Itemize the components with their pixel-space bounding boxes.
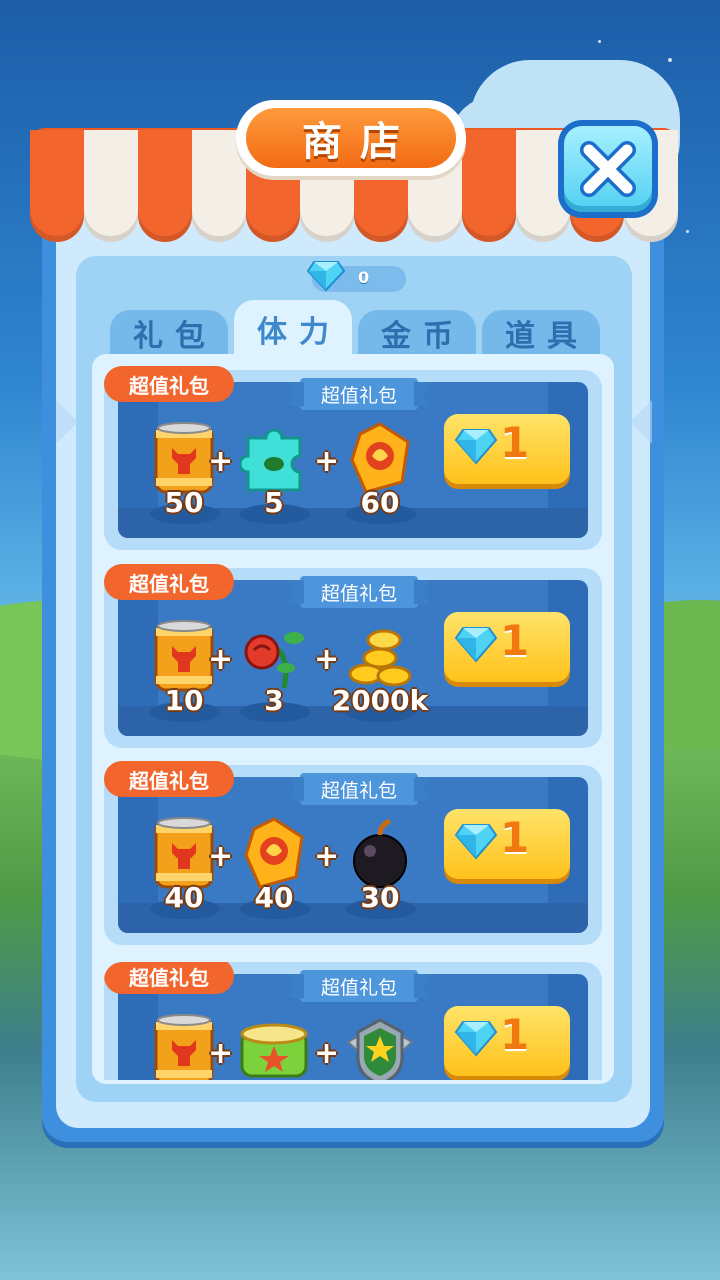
pack-item: 40 <box>234 815 314 919</box>
diamond-icon <box>306 261 346 292</box>
pack-banner: 超值礼包 <box>300 378 418 410</box>
item-quantity: 5 <box>264 486 284 519</box>
fire-gem-icon <box>240 815 308 891</box>
gift-pack-card: 超值礼包 超值礼包 50 5 60 + +1 <box>104 366 602 550</box>
buy-button[interactable]: 1 <box>444 1006 570 1076</box>
close-icon <box>580 141 636 197</box>
pack-item: 3 <box>234 618 314 722</box>
buy-button[interactable]: 1 <box>444 612 570 682</box>
close-button-face[interactable] <box>564 126 652 212</box>
buy-button[interactable]: 1 <box>444 809 570 879</box>
gem-balance-value: 0 <box>358 268 370 287</box>
plus-sign: + <box>314 1036 340 1071</box>
item-quantity: 2000k <box>331 684 429 717</box>
pack-tag: 超值礼包 <box>104 366 234 402</box>
item-quantity: 60 <box>360 486 400 519</box>
diamond-icon <box>454 426 498 466</box>
pack-item <box>234 1012 314 1080</box>
item-quantity: 30 <box>360 881 400 914</box>
pack-banner: 超值礼包 <box>300 773 418 805</box>
gift-pack-card: 超值礼包 超值礼包 40 40 30 + +1 <box>104 761 602 945</box>
puzzle-piece-icon <box>238 420 308 496</box>
item-quantity: 3 <box>264 684 284 717</box>
star-decor <box>686 230 689 233</box>
pack-item: 60 <box>340 420 420 524</box>
pack-tag: 超值礼包 <box>104 962 234 994</box>
rose-icon <box>240 618 308 694</box>
tab-coins[interactable]: 金币 <box>358 310 476 356</box>
pack-tag: 超值礼包 <box>104 564 234 600</box>
awning-stripe <box>462 130 516 242</box>
gift-pack-card: 超值礼包 超值礼包 10 3 2000k + +1 <box>104 564 602 748</box>
tab-label: 体力 <box>257 315 341 350</box>
tab-energy[interactable]: 体力 <box>234 300 352 358</box>
close-button[interactable] <box>558 120 658 218</box>
tab-label: 道具 <box>505 319 589 354</box>
star-badge-icon <box>346 1012 414 1080</box>
bomb-icon <box>346 815 414 891</box>
diamond-icon <box>454 624 498 664</box>
tab-gift-pack[interactable]: 礼包 <box>110 310 228 356</box>
price-label: 1 <box>500 1010 530 1059</box>
item-quantity: 40 <box>254 881 294 914</box>
plus-sign: + <box>208 444 234 479</box>
fire-gem-icon <box>346 420 414 496</box>
plus-sign: + <box>208 1036 234 1071</box>
pack-item: 30 <box>340 815 420 919</box>
awning-stripe <box>30 130 84 242</box>
tab-label: 金币 <box>381 319 465 354</box>
tab-items[interactable]: 道具 <box>482 310 600 356</box>
diamond-icon <box>454 1018 498 1058</box>
plus-sign: + <box>314 444 340 479</box>
gold-coins-icon <box>346 618 414 694</box>
pack-item: 2000k <box>332 618 428 722</box>
diamond-icon <box>454 821 498 861</box>
star-decor <box>668 58 672 62</box>
star-decor <box>598 40 601 43</box>
pack-item <box>340 1012 420 1080</box>
page-title: 商店 <box>246 108 456 168</box>
pack-item: 5 <box>234 420 314 524</box>
food-can-icon <box>240 1012 308 1080</box>
gift-pack-card: 超值礼包 超值礼包 + +1 <box>104 962 602 1080</box>
plus-sign: + <box>314 642 340 677</box>
buy-button[interactable]: 1 <box>444 414 570 484</box>
awning-stripe <box>84 130 138 242</box>
pack-banner: 超值礼包 <box>300 970 418 1002</box>
price-label: 1 <box>500 418 530 467</box>
price-label: 1 <box>500 813 530 862</box>
pack-tag: 超值礼包 <box>104 761 234 797</box>
plus-sign: + <box>208 642 234 677</box>
plus-sign: + <box>314 839 340 874</box>
pack-banner: 超值礼包 <box>300 576 418 608</box>
awning-stripe <box>138 130 192 242</box>
tab-label: 礼包 <box>133 319 217 354</box>
price-label: 1 <box>500 616 530 665</box>
plus-sign: + <box>208 839 234 874</box>
